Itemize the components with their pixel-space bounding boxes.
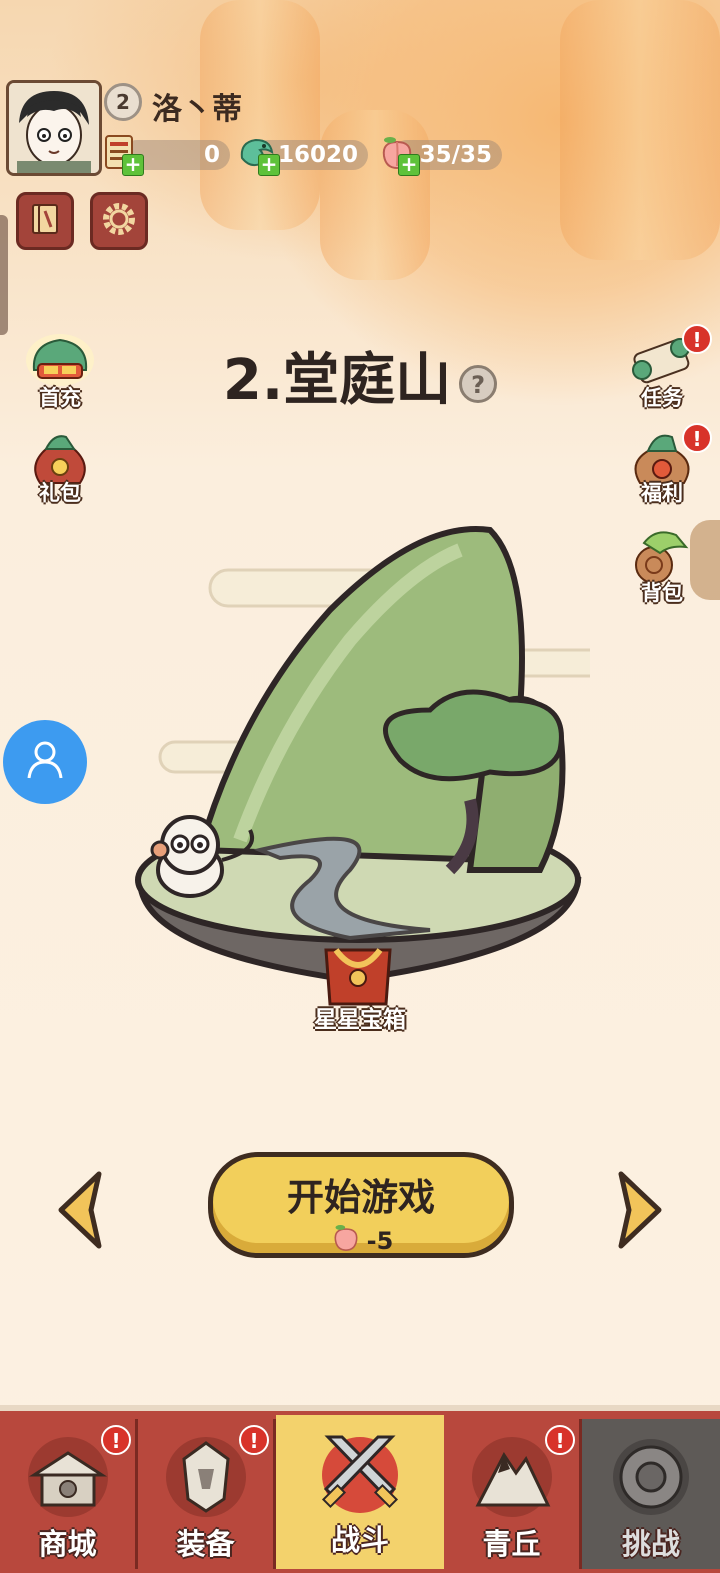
star-chest-icon bbox=[324, 948, 392, 1006]
equipment-alert-badge: ! bbox=[239, 1425, 269, 1455]
chevron-right-icon bbox=[618, 1171, 662, 1249]
jade-value: 16020 bbox=[277, 142, 358, 168]
help-icon[interactable]: ? bbox=[459, 364, 498, 403]
add-stamina-icon[interactable]: + bbox=[398, 154, 420, 176]
welfare-button[interactable]: 福利 ! bbox=[612, 423, 712, 507]
shop-alert-badge: ! bbox=[101, 1425, 131, 1455]
nav-battle[interactable]: 战斗 bbox=[276, 1415, 444, 1569]
gift-bag-icon bbox=[24, 425, 96, 485]
ticket-value: 0 bbox=[203, 142, 220, 168]
start-game-label: 开始游戏 bbox=[287, 1176, 435, 1219]
nav-equipment-label: 装备 bbox=[176, 1527, 235, 1561]
gear-icon bbox=[99, 199, 139, 243]
peach-icon bbox=[329, 1221, 363, 1261]
stage-island-illustration[interactable] bbox=[130, 510, 590, 1010]
settings-button[interactable] bbox=[90, 192, 148, 250]
nav-battle-label: 战斗 bbox=[330, 1523, 389, 1557]
qingqiu-alert-badge: ! bbox=[545, 1425, 575, 1455]
chevron-left-icon bbox=[58, 1171, 102, 1249]
welfare-alert-badge: ! bbox=[682, 423, 712, 453]
add-ticket-icon[interactable]: + bbox=[122, 154, 144, 176]
nav-shop-label: 商城 bbox=[38, 1527, 97, 1561]
gift-pack-label: 礼包 bbox=[39, 481, 81, 505]
user-center-button[interactable] bbox=[3, 720, 87, 804]
crossed-swords-icon bbox=[312, 1425, 408, 1517]
player-name: 洛丶蒂 bbox=[152, 92, 242, 127]
challenge-icon bbox=[603, 1429, 699, 1521]
side-drawer-tab[interactable] bbox=[690, 520, 720, 600]
welfare-label: 福利 bbox=[641, 481, 683, 505]
nav-shop[interactable]: 商城 ! bbox=[0, 1419, 138, 1569]
stamina-value: 35/35 bbox=[419, 142, 492, 168]
next-stage-arrow[interactable] bbox=[615, 1170, 665, 1250]
ticket-icon[interactable]: + bbox=[100, 132, 144, 176]
player-avatar[interactable] bbox=[6, 80, 102, 176]
gift-pack-button[interactable]: 礼包 bbox=[10, 425, 110, 507]
stage-title: 2.堂庭山? bbox=[0, 335, 720, 416]
bottom-nav: 商城 ! 装备 ! 战斗 青丘 ! 挑战 bbox=[0, 1405, 720, 1573]
nav-challenge[interactable]: 挑战 bbox=[582, 1419, 720, 1569]
nav-qingqiu[interactable]: 青丘 ! bbox=[444, 1419, 582, 1569]
nav-equipment[interactable]: 装备 ! bbox=[138, 1419, 276, 1569]
player-level-badge: 2 bbox=[104, 83, 142, 121]
jade-dragon-icon[interactable]: + bbox=[236, 132, 280, 176]
stamina-cost-value: -5 bbox=[366, 1227, 394, 1255]
previous-stage-arrow[interactable] bbox=[55, 1170, 105, 1250]
nav-qingqiu-label: 青丘 bbox=[482, 1527, 541, 1561]
start-game-button[interactable]: 开始游戏 -5 bbox=[208, 1152, 514, 1258]
stage-name: 2.堂庭山 bbox=[222, 348, 452, 413]
peach-stamina-icon[interactable]: + bbox=[376, 132, 420, 176]
card-icon bbox=[25, 199, 65, 243]
code-card-button[interactable] bbox=[16, 192, 74, 250]
left-edge-tab[interactable] bbox=[0, 215, 8, 335]
nav-challenge-label: 挑战 bbox=[621, 1527, 680, 1561]
star-chest-label[interactable]: 星星宝箱 bbox=[0, 1000, 720, 1034]
stamina-cost: -5 bbox=[213, 1221, 509, 1261]
backpack-icon bbox=[626, 525, 698, 585]
add-jade-icon[interactable]: + bbox=[258, 154, 280, 176]
user-icon bbox=[23, 738, 67, 786]
lantern-decoration bbox=[560, 0, 720, 260]
